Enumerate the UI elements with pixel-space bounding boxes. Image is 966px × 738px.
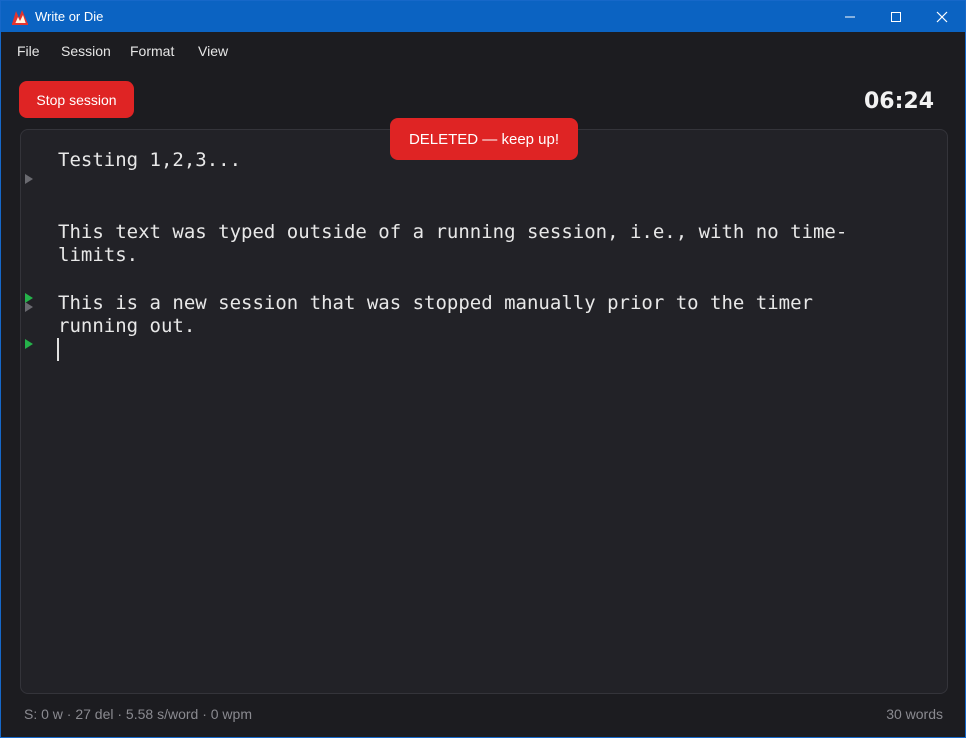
close-button[interactable] [919,1,965,32]
session-marker-icon [25,302,33,312]
close-icon [936,11,948,22]
app-window: Write or Die File Session Format View St… [0,0,966,738]
editor-line: running out. [58,315,196,337]
menu-file[interactable]: File [17,43,40,59]
maximize-button[interactable] [873,1,919,32]
session-stats: S: 0 w · 27 del · 5.58 s/word · 0 wpm [24,706,252,722]
word-count: 30 words [886,706,943,722]
title-bar[interactable]: Write or Die [1,1,965,32]
menu-session[interactable]: Session [61,43,111,59]
menu-view[interactable]: View [198,43,228,59]
editor-line: This is a new session that was stopped m… [58,292,813,314]
stop-session-button[interactable]: Stop session [19,81,134,118]
window-title: Write or Die [35,9,104,24]
minimize-icon [845,16,855,17]
minimize-button[interactable] [827,1,873,32]
menu-bar: File Session Format View [1,33,965,69]
maximize-icon [891,11,901,22]
session-marker-icon [25,174,33,184]
editor-line: limits. [58,244,139,266]
session-start-marker-icon [25,339,33,349]
app-logo-icon [12,10,28,25]
text-caret [57,338,59,361]
session-timer: 06:24 [863,89,934,114]
editor-area[interactable]: Testing 1,2,3... This text was typed out… [20,129,948,694]
deleted-warning-toast: DELETED — keep up! [390,118,578,160]
editor-line: This text was typed outside of a running… [58,221,848,243]
menu-format[interactable]: Format [130,43,174,59]
